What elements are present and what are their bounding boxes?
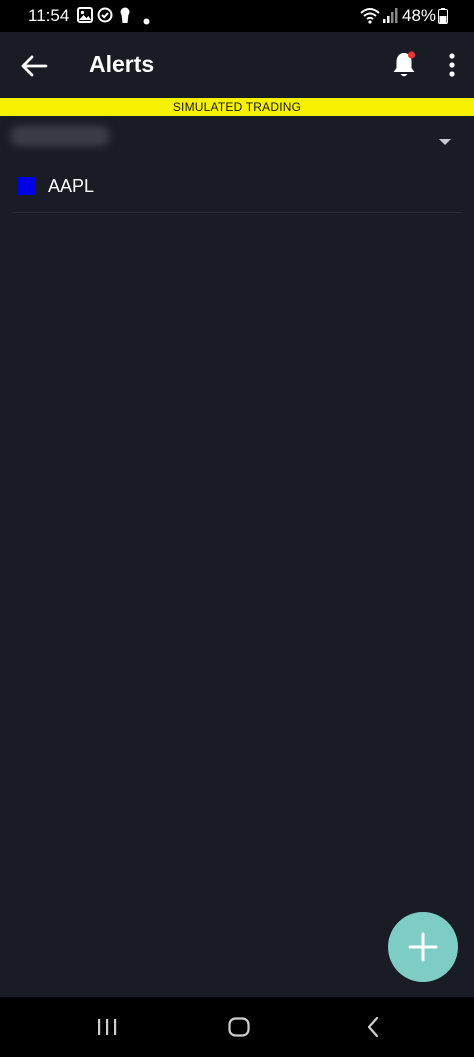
alert-symbol: AAPL	[48, 176, 95, 196]
arrow-left-icon	[21, 55, 48, 77]
battery-percent: 48%	[402, 6, 437, 25]
alert-color-swatch	[17, 177, 35, 195]
wifi-icon	[360, 7, 380, 29]
screen: 11:54 48% Alerts SIMULATED TRADING AAPL	[0, 0, 474, 1057]
status-time: 11:54	[28, 6, 70, 25]
page-title: Alerts	[89, 51, 155, 77]
back-icon	[367, 1016, 379, 1038]
sync-icon	[97, 7, 113, 28]
account-name-redacted	[10, 126, 110, 146]
system-back-button[interactable]	[353, 1013, 393, 1041]
notification-dot-icon	[143, 12, 150, 30]
plus-icon	[408, 932, 438, 962]
alert-row[interactable]: AAPL	[12, 160, 462, 213]
gallery-icon	[77, 7, 93, 28]
battery-icon	[438, 8, 448, 29]
app-bar: Alerts	[0, 32, 474, 98]
notifications-button[interactable]	[384, 45, 424, 85]
back-button[interactable]	[14, 46, 54, 86]
recents-icon	[98, 1019, 117, 1035]
account-selector[interactable]	[0, 116, 474, 160]
status-bar: 11:54 48%	[0, 0, 474, 32]
more-vert-icon	[449, 53, 455, 77]
home-icon	[228, 1017, 250, 1037]
recents-button[interactable]	[87, 1013, 127, 1041]
dropdown-arrow-icon[interactable]	[438, 133, 452, 151]
signal-icon	[382, 7, 398, 29]
add-alert-button[interactable]	[388, 912, 458, 982]
more-options-button[interactable]	[436, 45, 468, 85]
notification-badge	[407, 51, 416, 59]
bell-icon	[393, 51, 416, 77]
navigation-bar	[0, 997, 474, 1057]
alert-list: AAPL	[0, 160, 474, 213]
home-button[interactable]	[219, 1013, 259, 1041]
keyhole-icon	[118, 7, 132, 29]
simulated-trading-banner: SIMULATED TRADING	[0, 98, 474, 116]
